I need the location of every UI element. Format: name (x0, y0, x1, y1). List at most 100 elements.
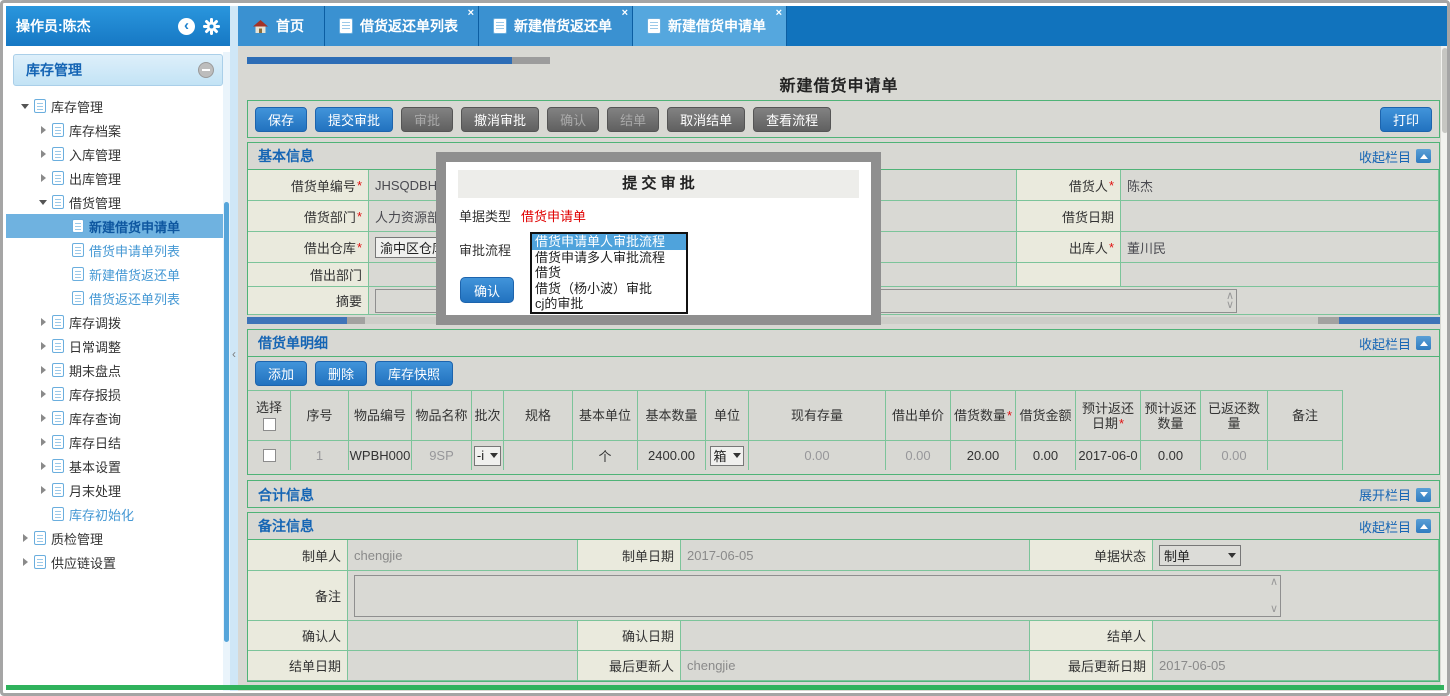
note-textarea[interactable] (354, 575, 1281, 617)
view-flow-button[interactable]: 查看流程 (753, 107, 831, 132)
sidebar-item-inventory-init[interactable]: 库存初始化 (6, 502, 230, 526)
flow-listbox[interactable]: 借货申请单人审批流程 借货申请多人审批流程 借货 借货（杨小波）审批 cj的审批 (530, 232, 688, 314)
close-icon[interactable]: × (622, 8, 628, 19)
row-base-qty[interactable]: 2400.00 (638, 440, 706, 470)
sidebar-item-borrow-return-list[interactable]: 借货返还单列表 (6, 286, 230, 310)
scrollbar-thumb[interactable] (1339, 317, 1440, 324)
row-remark[interactable] (1268, 440, 1343, 470)
tab-home[interactable]: 首页 (238, 6, 325, 46)
sidebar-item-inventory-query[interactable]: 库存查询 (6, 406, 230, 430)
cancel-close-button[interactable]: 取消结单 (667, 107, 745, 132)
flow-option[interactable]: 借货申请多人审批流程 (532, 250, 686, 266)
tab-borrow-return-list[interactable]: 借货返还单列表 × (325, 6, 479, 46)
sidebar-item-inventory-archive[interactable]: 库存档案 (6, 118, 230, 142)
sidebar-item-borrow-mgmt[interactable]: 借货管理 (6, 190, 230, 214)
tab-new-borrow-request[interactable]: 新建借货申请单 × (633, 6, 787, 46)
tree-item-label: 出库管理 (69, 169, 121, 188)
flow-option[interactable]: 借货申请单人审批流程 (532, 234, 686, 250)
doc-icon (493, 18, 507, 34)
tab-new-borrow-return[interactable]: 新建借货返还单 × (479, 6, 633, 46)
save-button[interactable]: 保存 (255, 107, 307, 132)
chevron-left-icon[interactable] (178, 18, 195, 35)
row-item-no[interactable]: WPBH000 (349, 440, 412, 470)
scrollbar-thumb[interactable] (247, 317, 347, 324)
close-icon[interactable]: × (468, 8, 474, 19)
doc-icon (72, 291, 84, 305)
tab-label: 新建借货申请单 (668, 16, 766, 36)
add-row-button[interactable]: 添加 (255, 361, 307, 386)
submit-approval-button[interactable]: 提交审批 (315, 107, 393, 132)
close-icon[interactable]: × (776, 8, 782, 19)
status-select[interactable]: 制单 (1159, 545, 1241, 566)
sidebar-item-outbound-mgmt[interactable]: 出库管理 (6, 166, 230, 190)
col-seq: 序号 (291, 390, 349, 440)
chevron-right-icon (38, 461, 48, 471)
main-area: 首页 借货返还单列表 × 新建借货返还单 × 新建借货申请单 × (238, 6, 1450, 691)
doc-icon (647, 18, 661, 34)
collapse-panel-icon[interactable] (198, 62, 214, 78)
collapse-handle-icon[interactable] (230, 344, 238, 364)
loading-progress-bar (247, 57, 550, 64)
sidebar-item-quality-mgmt[interactable]: 质检管理 (6, 526, 230, 550)
approve-button[interactable]: 审批 (401, 107, 453, 132)
close-date-label: 结单日期 (248, 651, 348, 681)
sidebar-item-new-borrow-return[interactable]: 新建借货返还单 (6, 262, 230, 286)
collapse-section-button[interactable]: 收起栏目 (1359, 147, 1431, 166)
row-returned-qty: 0.00 (1201, 440, 1268, 470)
dialog-confirm-button[interactable]: 确认 (460, 277, 514, 303)
sidebar-item-supply-chain-settings[interactable]: 供应链设置 (6, 550, 230, 574)
gear-icon[interactable] (203, 18, 220, 35)
scroll-down-icon[interactable] (1226, 300, 1234, 311)
sidebar-item-borrow-request-list[interactable]: 借货申请单列表 (6, 238, 230, 262)
flow-option[interactable]: 借货（杨小波）审批 (532, 281, 686, 297)
select-all-checkbox[interactable] (263, 418, 276, 431)
scroll-up-icon[interactable] (1270, 577, 1278, 588)
panel-title: 库存管理 (26, 60, 198, 80)
sidebar-item-daily-adjust[interactable]: 日常调整 (6, 334, 230, 358)
unit-select[interactable]: 箱 (710, 446, 743, 466)
collapse-section-button[interactable]: 收起栏目 (1359, 334, 1431, 353)
sidebar-item-inventory-loss[interactable]: 库存报损 (6, 382, 230, 406)
batch-select[interactable]: -i (474, 446, 501, 466)
note-label: 备注 (248, 571, 348, 621)
sidebar-scrollbar[interactable] (223, 52, 230, 691)
row-borrow-qty[interactable]: 20.00 (951, 440, 1016, 470)
sidebar-item-inventory-mgmt[interactable]: 库存管理 (6, 94, 230, 118)
doc-icon (339, 18, 353, 34)
close-order-button[interactable]: 结单 (607, 107, 659, 132)
sidebar-item-basic-settings[interactable]: 基本设置 (6, 454, 230, 478)
collapse-section-button[interactable]: 收起栏目 (1359, 517, 1431, 536)
row-expect-return-qty[interactable]: 0.00 (1141, 440, 1201, 470)
sidebar-item-inventory-transfer[interactable]: 库存调拨 (6, 310, 230, 334)
progress-segment (512, 57, 550, 64)
sidebar-item-inbound-mgmt[interactable]: 入库管理 (6, 142, 230, 166)
borrow-dept-label: 借货部门* (248, 201, 369, 232)
splitter[interactable] (230, 6, 238, 691)
tree-item-label: 新建借货返还单 (89, 265, 180, 284)
vertical-scrollbar[interactable] (1441, 46, 1449, 691)
collapse-label: 收起栏目 (1359, 334, 1411, 353)
sidebar-item-month-end[interactable]: 月末处理 (6, 478, 230, 502)
expand-section-button[interactable]: 展开栏目 (1359, 485, 1431, 504)
row-checkbox[interactable] (263, 449, 276, 462)
delete-row-button[interactable]: 删除 (315, 361, 367, 386)
flow-option[interactable]: 借货 (532, 265, 686, 281)
flow-option[interactable]: cj的审批 (532, 296, 686, 312)
sidebar-item-inventory-daily-close[interactable]: 库存日结 (6, 430, 230, 454)
status-cell: 制单 (1153, 540, 1439, 571)
sidebar-item-period-end-count[interactable]: 期末盘点 (6, 358, 230, 382)
borrow-date-value (1121, 201, 1439, 232)
scrollbar-thumb[interactable] (1442, 48, 1448, 133)
print-button[interactable]: 打印 (1380, 107, 1432, 132)
revoke-approval-button[interactable]: 撤消审批 (461, 107, 539, 132)
section-header: 借货单明细 收起栏目 (248, 330, 1439, 357)
row-return-date[interactable]: 2017-06-0 (1076, 440, 1141, 470)
sidebar-item-new-borrow-request[interactable]: 新建借货申请单 (6, 214, 230, 238)
updater-value: chengjie (681, 651, 1030, 681)
scrollbar-thumb[interactable] (224, 202, 229, 642)
scroll-down-icon[interactable] (1270, 604, 1278, 615)
stock-snapshot-button[interactable]: 库存快照 (375, 361, 453, 386)
confirm-button[interactable]: 确认 (547, 107, 599, 132)
sidebar-panel-header[interactable]: 库存管理 (13, 54, 223, 86)
batch-select-value: -i (477, 448, 484, 463)
